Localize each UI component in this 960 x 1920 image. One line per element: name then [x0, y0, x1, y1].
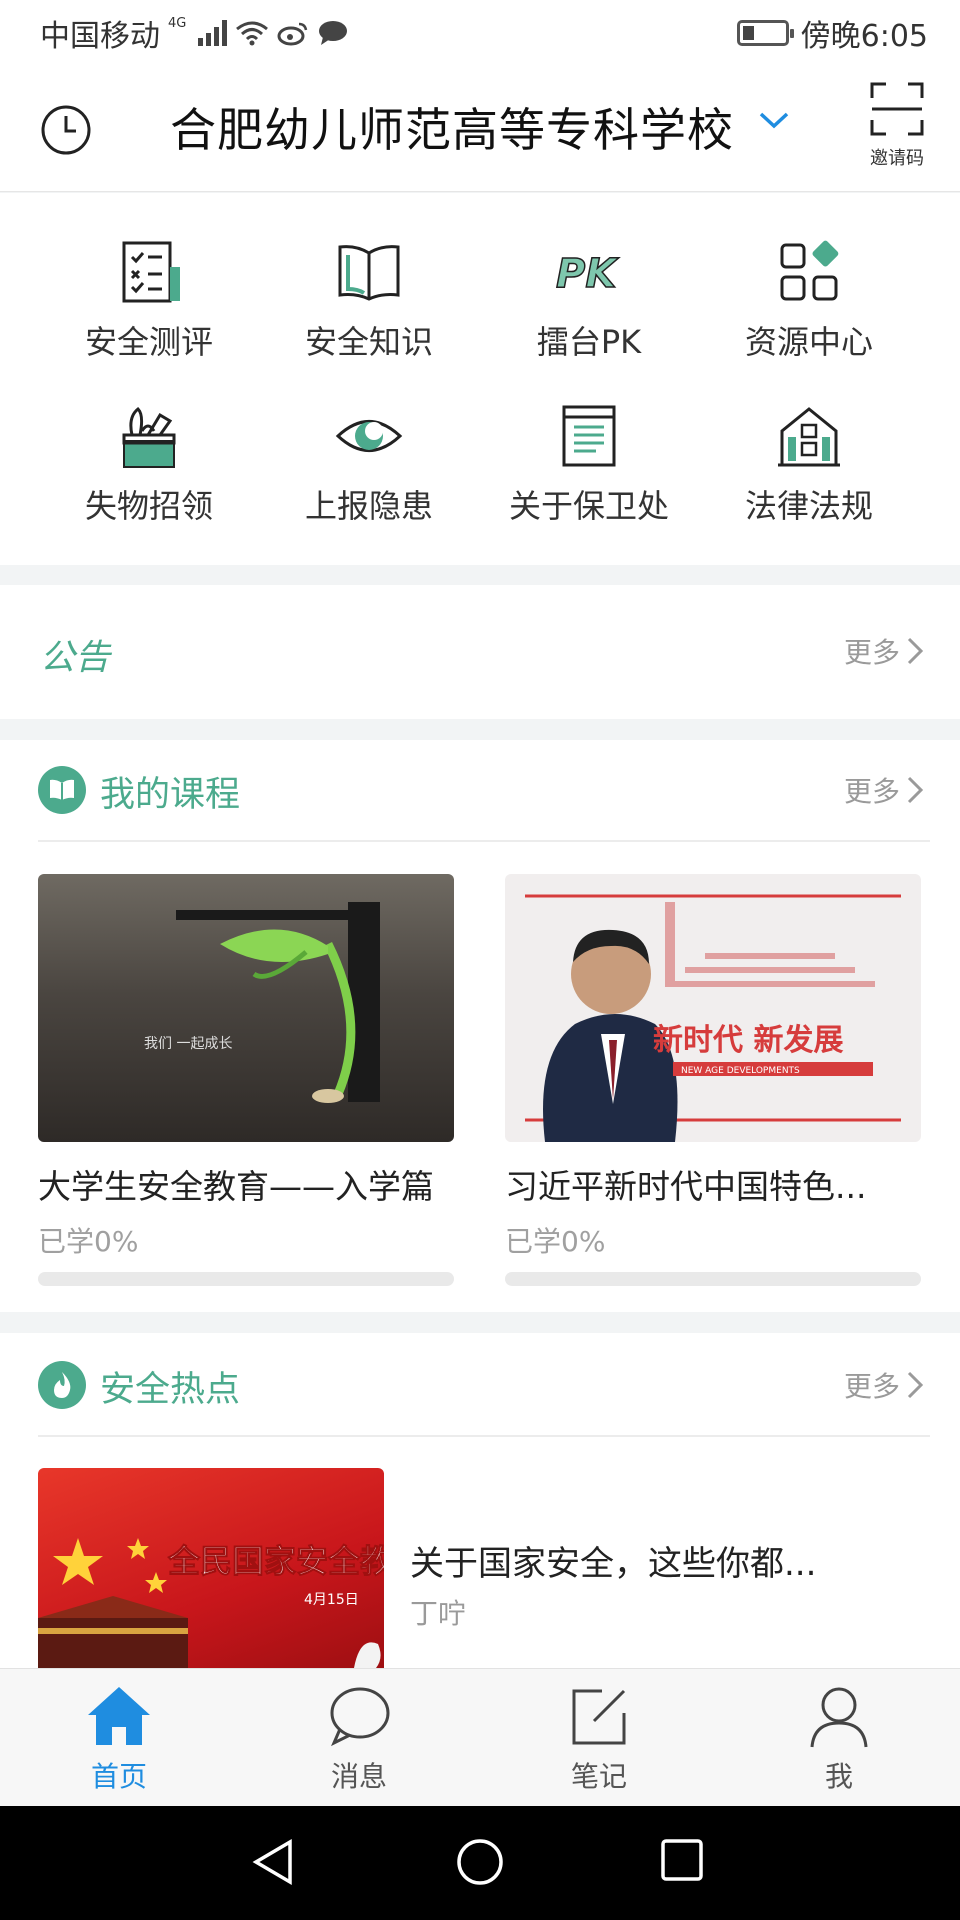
wifi-icon — [236, 21, 269, 46]
book-circle-icon — [38, 766, 86, 814]
banner-text: 全民国家安全教 — [167, 1542, 384, 1580]
invite-code-button[interactable]: 邀请码 — [862, 82, 932, 170]
course-thumbnail: 我们 一起成长 — [38, 874, 454, 1142]
announcement-card[interactable]: 公告 更多 — [0, 585, 960, 719]
course-progress-bar — [38, 1272, 454, 1286]
invite-code-label: 邀请码 — [870, 148, 924, 169]
feature-label: 上报隐患 — [304, 487, 433, 525]
feature-pk-arena[interactable]: PK 擂台PK — [479, 237, 699, 397]
course-card[interactable]: 我们 一起成长 大学生安全教育——入学篇 已学0% — [38, 874, 454, 1286]
thumb-sub: NEW AGE DEVELOPMENTS — [681, 1066, 800, 1076]
bottom-tab-bar: 首页 消息 笔记 我 — [0, 1668, 960, 1806]
sprout-image: 我们 一起成长 — [144, 902, 380, 1103]
my-courses-title: 我的课程 — [100, 775, 241, 815]
course-progress-text: 已学0% — [38, 1225, 139, 1258]
open-book-icon — [338, 245, 400, 301]
home-circle-icon[interactable] — [456, 1838, 504, 1886]
feature-label: 关于保卫处 — [508, 487, 669, 525]
system-navigation-bar — [0, 1806, 960, 1920]
announcement-title: 公告 — [40, 638, 111, 678]
carrier-name: 中国移动 — [40, 19, 160, 54]
hot-article-author: 丁咛 — [410, 1597, 467, 1630]
chat-bubble-icon — [330, 1687, 390, 1747]
message-app-icon — [319, 21, 348, 45]
weibo-icon — [277, 22, 308, 46]
courses-more-link[interactable]: 更多 — [844, 770, 924, 810]
feature-label: 安全测评 — [84, 323, 213, 361]
feature-lost-found[interactable]: 失物招领 — [39, 401, 259, 561]
course-name: 大学生安全教育——入学篇 — [38, 1167, 434, 1206]
hot-more-link[interactable]: 更多 — [844, 1365, 924, 1405]
tab-home[interactable]: 首页 — [59, 1683, 179, 1795]
feature-safety-test[interactable]: 安全测评 — [39, 237, 259, 397]
document-icon — [562, 405, 616, 467]
hot-article-title[interactable]: 关于国家安全，这些你都... — [410, 1536, 816, 1585]
tab-notes[interactable]: 笔记 — [539, 1683, 659, 1795]
tab-me[interactable]: 我 — [779, 1683, 899, 1795]
recent-apps-icon[interactable] — [660, 1838, 704, 1882]
feature-label: 擂台PK — [536, 323, 642, 361]
checklist-icon — [122, 241, 180, 303]
network-type: 4G — [168, 15, 187, 31]
school-name[interactable]: 合肥幼儿师范高等专科学校 — [170, 94, 734, 160]
back-icon[interactable] — [252, 1838, 294, 1886]
course-progress-text: 已学0% — [505, 1225, 606, 1258]
course-progress-bar — [505, 1272, 921, 1286]
note-edit-icon — [572, 1689, 626, 1745]
hot-article-thumbnail[interactable]: 全民国家安全教 4月15日 — [38, 1468, 384, 1668]
feature-label: 安全知识 — [304, 323, 433, 361]
home-icon — [88, 1687, 150, 1745]
feature-about-security[interactable]: 关于保卫处 — [479, 401, 699, 561]
tab-messages[interactable]: 消息 — [299, 1683, 419, 1795]
chevron-right-icon — [907, 776, 924, 804]
person-icon — [810, 1687, 868, 1748]
course-card[interactable]: 新时代 新发展 NEW AGE DEVELOPMENTS 习近平新时代中国特色.… — [505, 874, 921, 1286]
svg-text:PK: PK — [556, 251, 619, 297]
signal-icon — [198, 20, 228, 46]
course-thumbnail: 新时代 新发展 NEW AGE DEVELOPMENTS — [505, 874, 921, 1142]
building-icon — [778, 407, 840, 467]
section-divider — [38, 1435, 930, 1437]
flame-circle-icon — [38, 1361, 86, 1409]
chevron-down-icon[interactable] — [758, 110, 790, 130]
feature-resource-center[interactable]: 资源中心 — [699, 237, 919, 397]
tab-label: 消息 — [330, 1760, 387, 1793]
more-label: 更多 — [843, 1370, 900, 1403]
feature-grid: 安全测评 安全知识 PK 擂台PK 资源中心 失物招领 上报隐患 关于保卫处 法… — [0, 193, 960, 565]
safety-hot-title: 安全热点 — [100, 1370, 241, 1410]
feature-safety-knowledge[interactable]: 安全知识 — [259, 237, 479, 397]
national-security-banner-image: 全民国家安全教 4月15日 — [38, 1538, 384, 1668]
chevron-right-icon — [907, 1371, 924, 1399]
feature-laws[interactable]: 法律法规 — [699, 401, 919, 561]
battery-icon — [736, 20, 794, 46]
section-divider — [38, 840, 930, 842]
resource-grid-icon — [780, 240, 839, 301]
clock-history-icon[interactable] — [40, 104, 92, 156]
more-label: 更多 — [843, 775, 900, 808]
lost-found-box-icon — [122, 406, 176, 468]
new-era-banner-image: 新时代 新发展 NEW AGE DEVELOPMENTS — [525, 894, 901, 1142]
status-bar: 中国移动 4G 傍晚6:05 — [0, 0, 960, 66]
banner-date: 4月15日 — [304, 1592, 359, 1608]
feature-label: 法律法规 — [744, 487, 873, 525]
my-courses-card: 我的课程 更多 我们 一起成长 大学生安全教育——入学篇 已学0% 新时代 新发… — [0, 740, 960, 1312]
eye-report-icon — [335, 420, 403, 452]
tab-label: 首页 — [90, 1760, 147, 1793]
scan-frame-icon — [870, 82, 924, 136]
status-time: 傍晚6:05 — [800, 19, 928, 54]
pk-icon: PK — [555, 250, 620, 298]
thumb-headline: 新时代 新发展 — [653, 1023, 843, 1058]
more-label: 更多 — [843, 636, 900, 669]
feature-report-hazard[interactable]: 上报隐患 — [259, 401, 479, 561]
thumb-caption: 我们 一起成长 — [144, 1036, 232, 1052]
chevron-right-icon — [907, 637, 924, 665]
feature-label: 资源中心 — [744, 323, 873, 361]
tab-label: 我 — [824, 1760, 853, 1793]
feature-label: 失物招领 — [84, 487, 213, 525]
announcement-more-link[interactable]: 更多 — [844, 631, 924, 671]
top-header: 合肥幼儿师范高等专科学校 邀请码 — [0, 66, 960, 192]
course-name: 习近平新时代中国特色... — [505, 1167, 867, 1206]
tab-label: 笔记 — [570, 1760, 627, 1793]
